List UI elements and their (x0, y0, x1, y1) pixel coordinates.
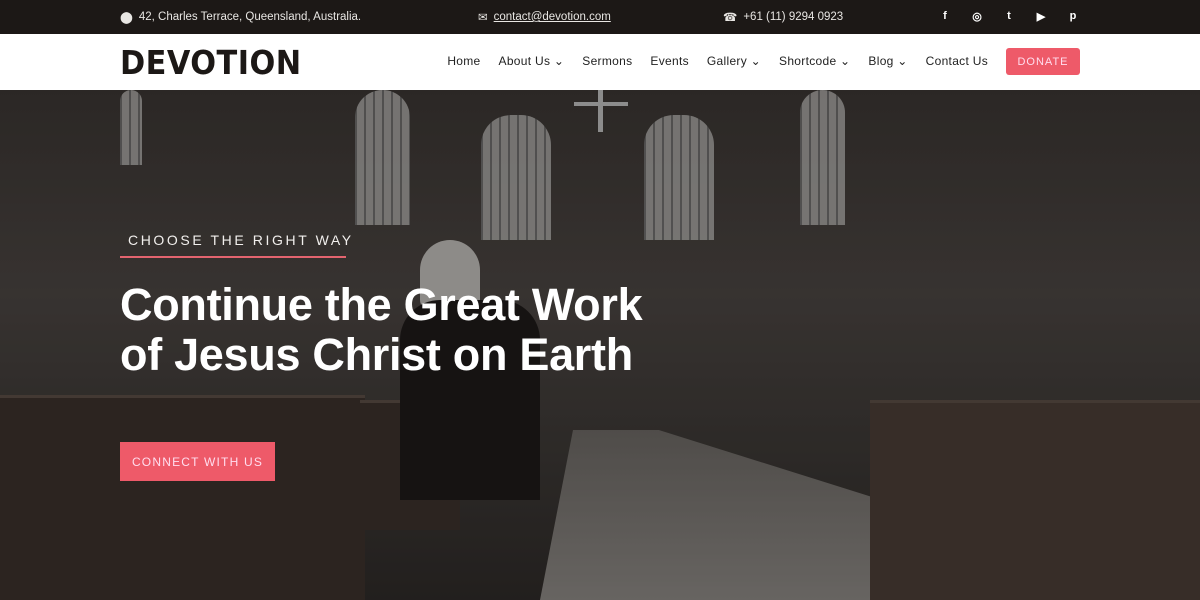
instagram-icon[interactable]: ◎ (970, 9, 984, 23)
main-nav: DEVOTION Home About Us ⌄ Sermons Events … (0, 34, 1200, 90)
address: ⬤ 42, Charles Terrace, Queensland, Austra… (120, 11, 362, 24)
hero-title: Continue the Great Work of Jesus Christ … (120, 279, 643, 380)
top-bar: ⬤ 42, Charles Terrace, Queensland, Austra… (0, 0, 1200, 34)
nav-sermons[interactable]: Sermons (582, 54, 632, 68)
nav-home[interactable]: Home (447, 54, 480, 68)
nav-blog[interactable]: Blog ⌄ (868, 54, 907, 68)
email-link[interactable]: contact@devotion.com (494, 11, 611, 23)
eyebrow-underline (120, 256, 346, 258)
hero-eyebrow: CHOOSE THE RIGHT WAY (128, 232, 354, 248)
social-links: f ◎ t ▶ p (938, 9, 1080, 23)
nav-contact-us[interactable]: Contact Us (926, 54, 988, 68)
nav-about-us[interactable]: About Us ⌄ (499, 54, 565, 68)
connect-with-us-button[interactable]: CONNECT WITH US (120, 442, 275, 481)
location-pin-icon: ⬤ (120, 12, 133, 24)
hero-banner: CHOOSE THE RIGHT WAY Continue the Great … (0, 90, 1200, 600)
phone-icon: ☎ (723, 12, 738, 24)
twitter-icon[interactable]: t (1002, 9, 1016, 23)
nav-gallery[interactable]: Gallery ⌄ (707, 54, 761, 68)
envelope-icon: ✉ (478, 12, 488, 24)
logo[interactable]: DEVOTION (120, 43, 302, 82)
nav-shortcode[interactable]: Shortcode ⌄ (779, 54, 850, 68)
youtube-icon[interactable]: ▶ (1034, 9, 1048, 23)
email[interactable]: ✉ contact@devotion.com (478, 10, 611, 24)
phone: ☎ +61 (11) 9294 0923 (723, 11, 844, 24)
pinterest-icon[interactable]: p (1066, 9, 1080, 23)
facebook-icon[interactable]: f (938, 9, 952, 23)
nav-events[interactable]: Events (650, 54, 689, 68)
menu: Home About Us ⌄ Sermons Events Gallery ⌄… (447, 54, 988, 68)
donate-button[interactable]: DONATE (1006, 48, 1080, 75)
